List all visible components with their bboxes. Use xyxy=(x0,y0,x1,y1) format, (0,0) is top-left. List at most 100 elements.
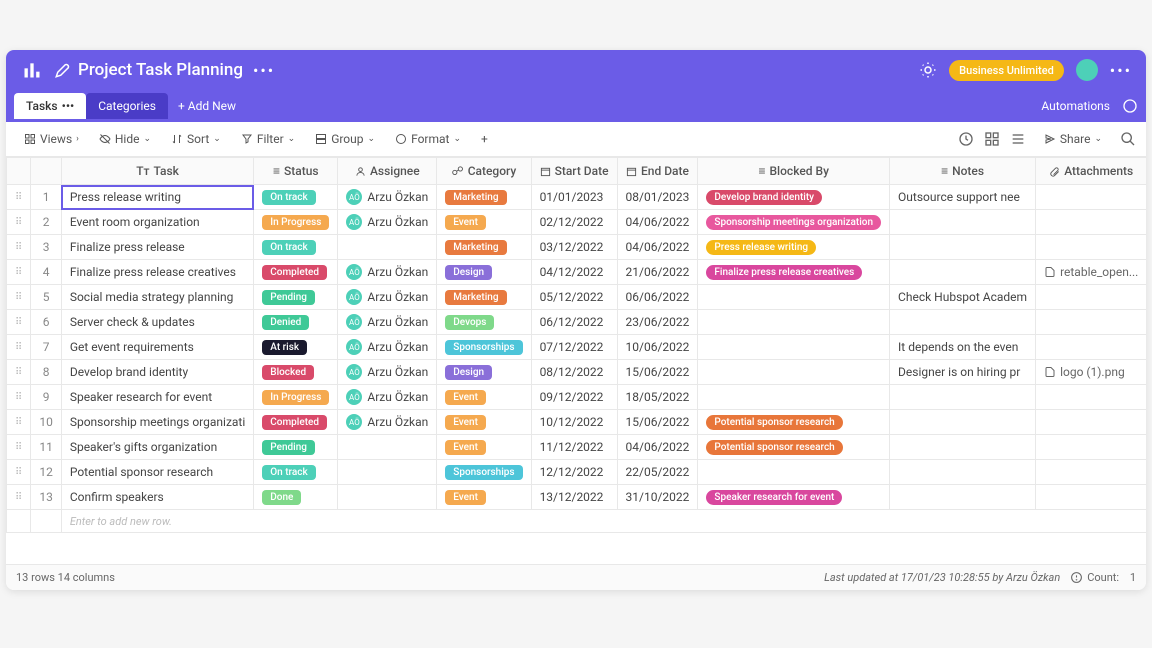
cell-task[interactable]: Develop brand identity xyxy=(61,360,253,385)
cell-task[interactable]: Sponsorship meetings organizati xyxy=(61,410,253,435)
cell-assignee[interactable] xyxy=(338,485,437,510)
automations-link[interactable]: Automations xyxy=(1041,99,1110,113)
grid-view-icon[interactable] xyxy=(984,131,1000,147)
cell-status[interactable]: On track xyxy=(254,185,338,210)
drag-handle-icon[interactable]: ⠿ xyxy=(7,285,31,310)
cell-attachment[interactable] xyxy=(1036,410,1146,435)
cell-task[interactable]: Speaker's gifts organization xyxy=(61,435,253,460)
cell-task[interactable]: Potential sponsor research xyxy=(61,460,253,485)
cell-blocked-by[interactable]: Press release writing xyxy=(698,235,890,260)
cell-status[interactable]: In Progress xyxy=(254,210,338,235)
plan-badge[interactable]: Business Unlimited xyxy=(949,60,1064,81)
cell-category[interactable]: Event xyxy=(437,410,531,435)
cell-assignee[interactable]: AÖArzu Özkan xyxy=(338,185,437,210)
table-row[interactable]: ⠿12Potential sponsor researchOn trackSpo… xyxy=(7,460,1147,485)
cell-notes[interactable] xyxy=(890,310,1036,335)
cell-start-date[interactable]: 03/12/2022 xyxy=(531,235,617,260)
cell-attachment[interactable] xyxy=(1036,385,1146,410)
cell-notes[interactable] xyxy=(890,410,1036,435)
cell-attachment[interactable]: retable_open... xyxy=(1036,260,1146,285)
cell-status[interactable]: Denied xyxy=(254,310,338,335)
cell-end-date[interactable]: 08/01/2023 xyxy=(617,185,698,210)
cell-end-date[interactable]: 18/05/2022 xyxy=(617,385,698,410)
search-icon[interactable] xyxy=(1120,131,1136,147)
cell-end-date[interactable]: 21/06/2022 xyxy=(617,260,698,285)
cell-assignee[interactable]: AÖArzu Özkan xyxy=(338,210,437,235)
cell-status[interactable]: Completed xyxy=(254,410,338,435)
table-row[interactable]: ⠿13Confirm speakersDoneEvent13/12/202231… xyxy=(7,485,1147,510)
drag-handle-icon[interactable]: ⠿ xyxy=(7,385,31,410)
cell-end-date[interactable]: 23/06/2022 xyxy=(617,310,698,335)
cell-assignee[interactable] xyxy=(338,435,437,460)
drag-handle-icon[interactable]: ⠿ xyxy=(7,435,31,460)
cell-assignee[interactable] xyxy=(338,235,437,260)
drag-handle-icon[interactable]: ⠿ xyxy=(7,235,31,260)
list-view-icon[interactable] xyxy=(1010,131,1026,147)
table-row[interactable]: ⠿11Speaker's gifts organizationPendingEv… xyxy=(7,435,1147,460)
col-category[interactable]: Category xyxy=(468,164,517,178)
cell-status[interactable]: On track xyxy=(254,235,338,260)
cell-start-date[interactable]: 06/12/2022 xyxy=(531,310,617,335)
drag-handle-icon[interactable]: ⠿ xyxy=(7,335,31,360)
col-assignee[interactable]: Assignee xyxy=(370,164,420,178)
cell-attachment[interactable] xyxy=(1036,485,1146,510)
cell-attachment[interactable] xyxy=(1036,185,1146,210)
cell-category[interactable]: Event xyxy=(437,485,531,510)
cell-notes[interactable]: Check Hubspot Academ xyxy=(890,285,1036,310)
cell-attachment[interactable] xyxy=(1036,285,1146,310)
cell-assignee[interactable]: AÖArzu Özkan xyxy=(338,285,437,310)
add-new-tab[interactable]: + Add New xyxy=(168,93,246,119)
cell-attachment[interactable] xyxy=(1036,435,1146,460)
table-container[interactable]: TтTask ≡Status Assignee ☍Category Start … xyxy=(6,157,1146,564)
cell-notes[interactable] xyxy=(890,260,1036,285)
cell-category[interactable]: Event xyxy=(437,210,531,235)
cell-start-date[interactable]: 07/12/2022 xyxy=(531,335,617,360)
cell-status[interactable]: In Progress xyxy=(254,385,338,410)
cell-assignee[interactable]: AÖArzu Özkan xyxy=(338,310,437,335)
cell-end-date[interactable]: 10/06/2022 xyxy=(617,335,698,360)
col-notes[interactable]: Notes xyxy=(952,164,984,178)
cell-end-date[interactable]: 22/05/2022 xyxy=(617,460,698,485)
tab-categories[interactable]: Categories xyxy=(86,93,168,119)
cell-blocked-by[interactable]: Develop brand identity xyxy=(698,185,890,210)
cell-assignee[interactable]: AÖArzu Özkan xyxy=(338,335,437,360)
cell-attachment[interactable] xyxy=(1036,460,1146,485)
cell-category[interactable]: Marketing xyxy=(437,285,531,310)
chat-icon[interactable] xyxy=(1122,98,1138,114)
table-row[interactable]: ⠿2Event room organizationIn ProgressAÖAr… xyxy=(7,210,1147,235)
cell-assignee[interactable] xyxy=(338,460,437,485)
col-attachments[interactable]: Attachments xyxy=(1064,164,1133,178)
drag-handle-icon[interactable]: ⠿ xyxy=(7,410,31,435)
drag-handle-icon[interactable]: ⠿ xyxy=(7,360,31,385)
share-button[interactable]: Share⌄ xyxy=(1036,128,1110,150)
cell-notes[interactable] xyxy=(890,460,1036,485)
filter-button[interactable]: Filter⌄ xyxy=(233,128,303,150)
cell-blocked-by[interactable] xyxy=(698,360,890,385)
cell-start-date[interactable]: 10/12/2022 xyxy=(531,410,617,435)
table-row[interactable]: ⠿3Finalize press releaseOn trackMarketin… xyxy=(7,235,1147,260)
cell-end-date[interactable]: 15/06/2022 xyxy=(617,410,698,435)
cell-task[interactable]: Confirm speakers xyxy=(61,485,253,510)
table-row[interactable]: ⠿10Sponsorship meetings organizatiComple… xyxy=(7,410,1147,435)
cell-blocked-by[interactable] xyxy=(698,385,890,410)
cell-task[interactable]: Social media strategy planning xyxy=(61,285,253,310)
cell-end-date[interactable]: 04/06/2022 xyxy=(617,210,698,235)
drag-handle-icon[interactable]: ⠿ xyxy=(7,185,31,210)
cell-task[interactable]: Press release writing xyxy=(61,185,253,210)
cell-status[interactable]: Done xyxy=(254,485,338,510)
cell-start-date[interactable]: 13/12/2022 xyxy=(531,485,617,510)
add-column-button[interactable]: + xyxy=(473,128,496,150)
cell-blocked-by[interactable]: Finalize press release creatives xyxy=(698,260,890,285)
cell-assignee[interactable]: AÖArzu Özkan xyxy=(338,260,437,285)
header-menu-dots[interactable]: ••• xyxy=(1110,61,1132,80)
cell-start-date[interactable]: 12/12/2022 xyxy=(531,460,617,485)
cell-start-date[interactable]: 09/12/2022 xyxy=(531,385,617,410)
col-start[interactable]: Start Date xyxy=(555,164,609,178)
drag-handle-icon[interactable]: ⠿ xyxy=(7,260,31,285)
format-button[interactable]: Format⌄ xyxy=(387,128,469,150)
cell-notes[interactable] xyxy=(890,385,1036,410)
col-end[interactable]: End Date xyxy=(641,164,689,178)
history-icon[interactable] xyxy=(958,131,974,147)
cell-task[interactable]: Event room organization xyxy=(61,210,253,235)
cell-assignee[interactable]: AÖArzu Özkan xyxy=(338,360,437,385)
